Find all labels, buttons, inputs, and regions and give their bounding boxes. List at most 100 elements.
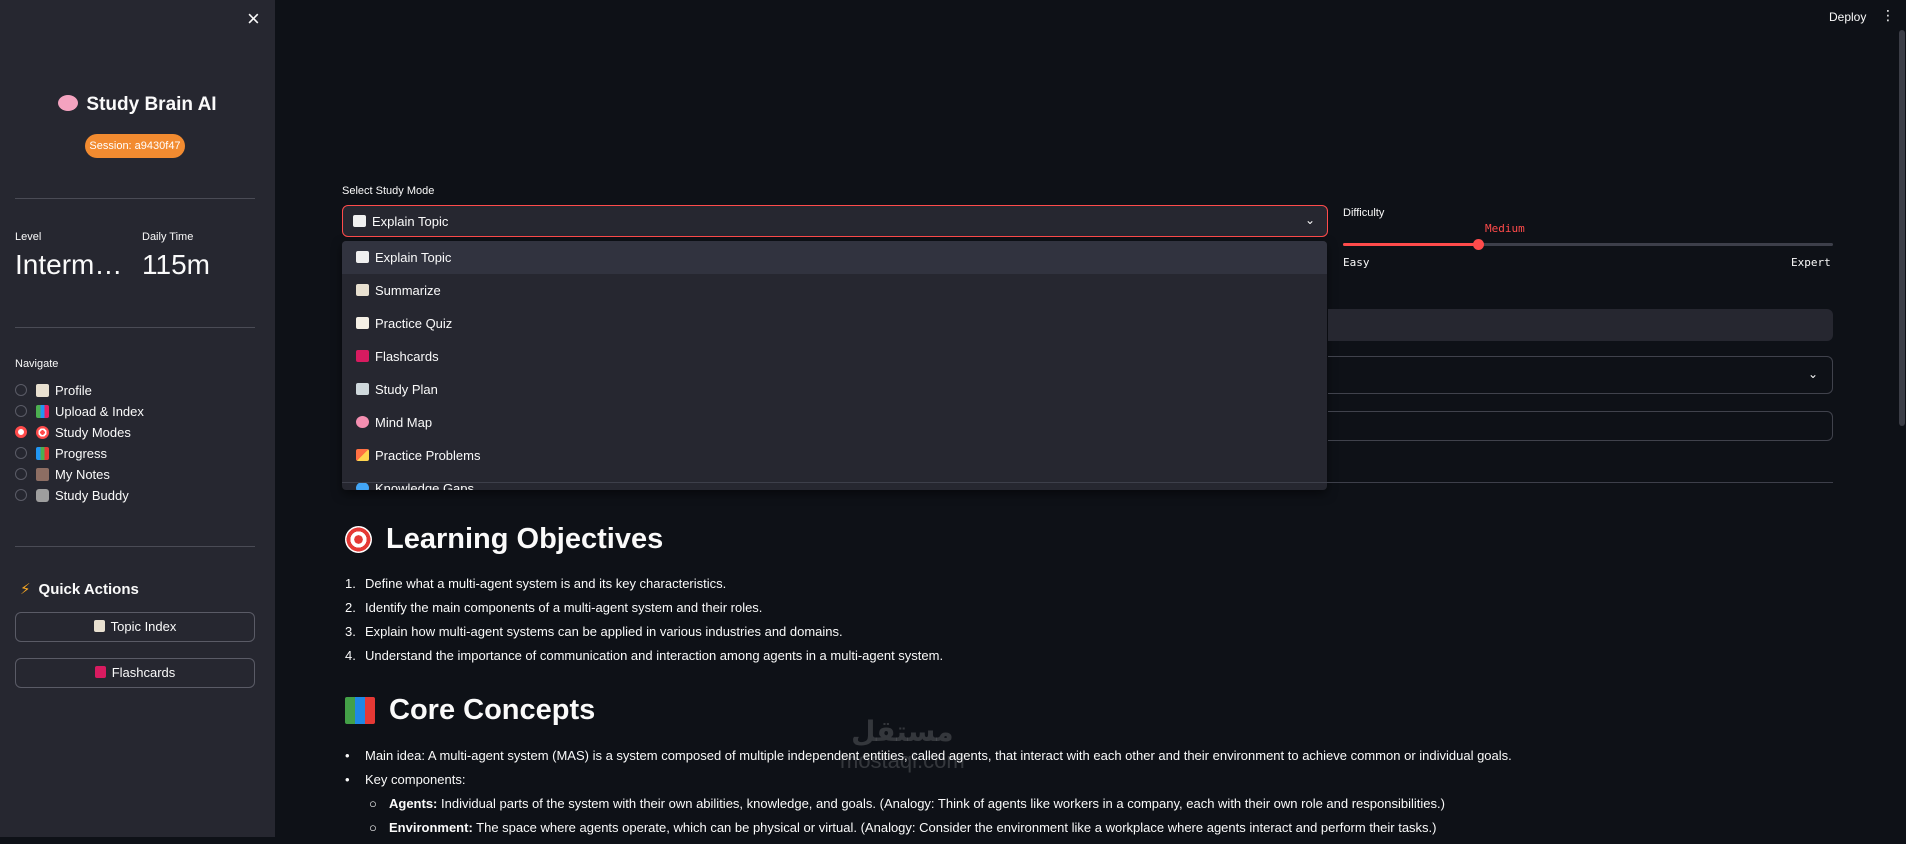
study-mode-label: Select Study Mode <box>342 185 435 197</box>
option-study-plan[interactable]: Study Plan <box>342 373 1327 406</box>
objective-text: Explain how multi-agent systems can be a… <box>365 624 843 639</box>
objective-text: Identify the main components of a multi-… <box>365 600 763 615</box>
radio-my-notes[interactable] <box>15 468 27 480</box>
radio-progress[interactable] <box>15 447 27 459</box>
target-icon <box>345 526 372 553</box>
pencil-icon <box>356 449 369 461</box>
quick-actions-title: ⚡ Quick Actions <box>20 580 139 598</box>
flashcards-button-label: Flashcards <box>111 665 176 680</box>
option-label: Summarize <box>375 283 441 298</box>
option-summarize[interactable]: Summarize <box>342 274 1327 307</box>
nav-item-profile[interactable]: Profile <box>15 380 92 400</box>
deploy-button[interactable]: Deploy <box>1829 10 1866 24</box>
chevron-down-icon: ⌄ <box>1304 213 1315 227</box>
scrollbar[interactable] <box>1899 30 1905 426</box>
option-practice-quiz[interactable]: Practice Quiz <box>342 307 1327 340</box>
study-mode-select[interactable]: Explain Topic ⌄ <box>342 205 1328 237</box>
nav-item-label: Profile <box>55 382 92 398</box>
component-term: Agents: <box>389 796 438 811</box>
clipboard-icon <box>93 620 105 632</box>
nav-item-study-modes[interactable]: Study Modes <box>15 422 131 442</box>
topic-index-button-label: Topic Index <box>110 619 177 634</box>
core-concepts-list: • Main idea: A multi-agent system (MAS) i… <box>345 748 1512 844</box>
core-main-text: Main idea: A multi-agent system (MAS) is… <box>365 748 1512 763</box>
watermark-arabic: مستقل <box>851 716 954 747</box>
option-label: Practice Quiz <box>375 316 453 331</box>
difficulty-slider[interactable] <box>1343 239 1833 250</box>
radio-profile[interactable] <box>15 384 27 396</box>
magnifier-icon <box>356 482 369 490</box>
flashcards-button[interactable]: Flashcards <box>15 658 255 688</box>
objectives-heading: Learning Objectives <box>345 523 663 556</box>
brain-icon <box>58 95 79 111</box>
memo-icon <box>36 383 49 397</box>
list-item: • Main idea: A multi-agent system (MAS) i… <box>345 748 1512 763</box>
lightning-icon: ⚡ <box>20 581 31 598</box>
nav-item-progress[interactable]: Progress <box>15 443 107 463</box>
flashcard-icon <box>94 666 106 678</box>
topic-input[interactable] <box>1328 309 1833 341</box>
core-concepts-heading: Core Concepts <box>345 694 595 727</box>
navigate-label: Navigate <box>15 358 59 370</box>
list-item: ○ Agents: Individual parts of the system … <box>369 796 1445 811</box>
section-divider <box>342 482 1833 483</box>
sidebar-divider <box>15 546 255 547</box>
daily-time-value: 115m <box>142 249 210 280</box>
study-mode-selected-value: Explain Topic <box>372 213 449 229</box>
flashcard-icon <box>356 350 369 362</box>
option-practice-problems[interactable]: Practice Problems <box>342 439 1327 472</box>
list-item: 2. Identify the main components of a mult… <box>345 600 763 615</box>
option-knowledge-gaps[interactable]: Knowledge Gaps <box>342 472 1327 490</box>
brand-title-text: Study Brain AI <box>86 94 217 115</box>
list-item: • Key components: <box>345 772 466 787</box>
option-mind-map[interactable]: Mind Map <box>342 406 1327 439</box>
component-term: Environment: <box>389 820 473 835</box>
radio-study-modes[interactable] <box>15 426 27 438</box>
bar-chart-icon <box>36 446 49 460</box>
memo-icon <box>356 317 369 329</box>
level-value: Intermediate <box>15 249 132 280</box>
sidebar-divider <box>15 198 255 199</box>
component-text: The space where agents operate, which ca… <box>472 820 1437 835</box>
nav-item-label: Progress <box>55 445 108 461</box>
brain-icon <box>356 416 369 428</box>
radio-study-buddy[interactable] <box>15 489 27 501</box>
option-explain-topic[interactable]: Explain Topic <box>342 241 1327 274</box>
nav-item-my-notes[interactable]: My Notes <box>15 464 110 484</box>
nav-item-label: Upload & Index <box>55 403 144 419</box>
difficulty-min-label: Easy <box>1343 256 1370 269</box>
books-icon <box>36 404 49 418</box>
nav-item-label: Study Buddy <box>55 487 129 503</box>
topic-index-button[interactable]: Topic Index <box>15 612 255 642</box>
main-menu-icon[interactable]: ⋮ <box>1881 8 1895 22</box>
difficulty-max-label: Expert <box>1791 256 1831 269</box>
secondary-input[interactable] <box>1328 411 1833 441</box>
list-item: 1. Define what a multi-agent system is an… <box>345 576 727 591</box>
list-item: 4. Understand the importance of communica… <box>345 648 944 663</box>
objective-text: Understand the importance of communicati… <box>365 648 944 663</box>
close-sidebar-icon[interactable]: × <box>247 8 260 30</box>
option-flashcards[interactable]: Flashcards <box>342 340 1327 373</box>
option-label: Flashcards <box>375 349 439 364</box>
chevron-down-icon: ⌄ <box>1807 367 1818 381</box>
list-item: 3. Explain how multi-agent systems can be… <box>345 624 843 639</box>
quick-actions-title-text: Quick Actions <box>38 581 139 598</box>
robot-icon <box>36 488 49 502</box>
radio-upload-index[interactable] <box>15 405 27 417</box>
nav-item-study-buddy[interactable]: Study Buddy <box>15 485 129 505</box>
secondary-select[interactable]: ⌄ <box>1328 356 1833 394</box>
nav-item-upload-index[interactable]: Upload & Index <box>15 401 144 421</box>
option-label: Mind Map <box>375 415 433 430</box>
calendar-icon <box>356 383 369 395</box>
nav-item-label: Study Modes <box>55 424 131 440</box>
level-label: Level <box>15 231 42 243</box>
objective-text: Define what a multi-agent system is and … <box>365 576 727 591</box>
objectives-title: Learning Objectives <box>386 523 664 555</box>
slider-thumb[interactable] <box>1472 239 1484 250</box>
sidebar-divider <box>15 327 255 328</box>
notebook-icon <box>36 467 49 481</box>
book-icon <box>356 251 369 263</box>
key-components-text: Key components: <box>365 772 466 787</box>
nav-item-label: My Notes <box>55 466 110 482</box>
daily-time-label: Daily Time <box>142 231 194 243</box>
